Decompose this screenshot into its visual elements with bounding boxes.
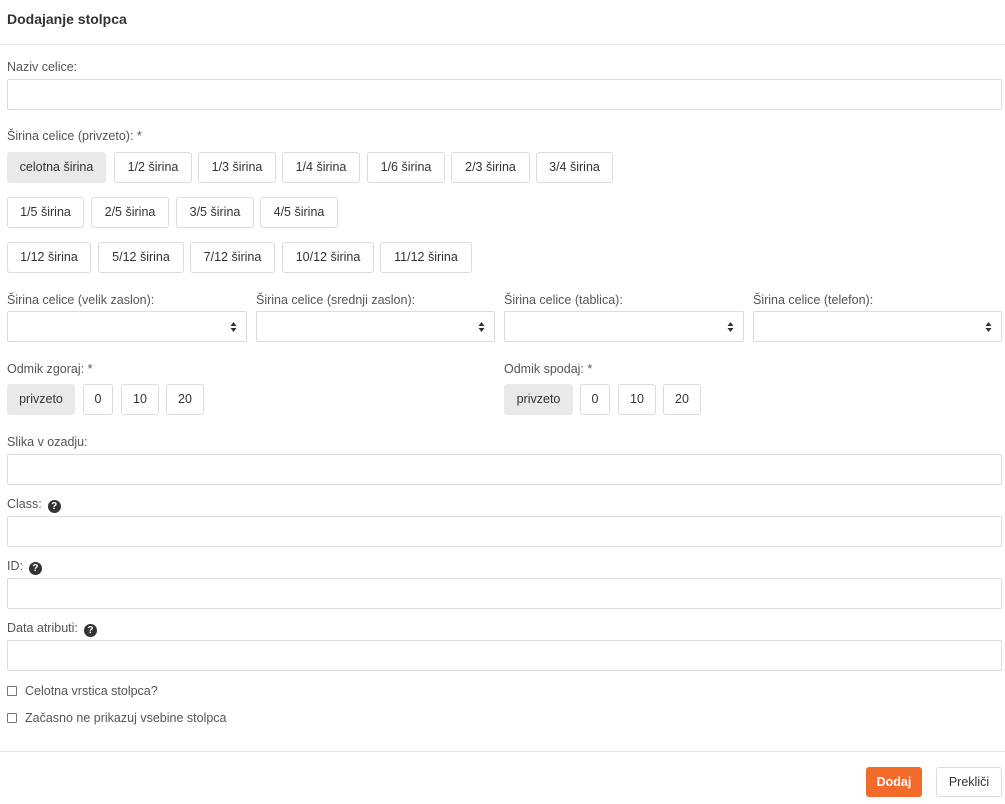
width-option-1-4[interactable]: 1/4 širina	[282, 152, 360, 183]
class-label-text: Class:	[7, 497, 42, 511]
margin-top-option-10[interactable]: 10	[121, 384, 159, 415]
cell-name-label: Naziv celice:	[7, 60, 78, 74]
width-tablet-label: Širina celice (tablica):	[504, 293, 623, 307]
question-circle-icon[interactable]: ?	[28, 562, 42, 575]
hide-content-checkbox[interactable]	[7, 713, 17, 723]
width-option-1-2[interactable]: 1/2 širina	[114, 152, 192, 183]
add-button[interactable]: Dodaj	[866, 767, 922, 797]
class-input[interactable]	[7, 516, 1002, 547]
width-option-7-12[interactable]: 7/12 širina	[190, 242, 275, 273]
hide-content-checkbox-row[interactable]: Začasno ne prikazuj vsebine stolpca	[7, 711, 227, 725]
width-large-select[interactable]	[7, 311, 247, 342]
width-option-1-12[interactable]: 1/12 širina	[7, 242, 91, 273]
cell-name-input[interactable]	[7, 79, 1002, 110]
margin-bottom-option-default[interactable]: privzeto	[504, 384, 573, 415]
margin-top-option-20[interactable]: 20	[166, 384, 204, 415]
id-label: ID:?	[7, 559, 42, 575]
width-large-label: Širina celice (velik zaslon):	[7, 293, 155, 307]
question-circle-icon[interactable]: ?	[47, 500, 61, 513]
width-phone-select[interactable]	[753, 311, 1002, 342]
modal-title: Dodajanje stolpca	[7, 11, 127, 27]
width-medium-select[interactable]	[256, 311, 495, 342]
width-option-1-6[interactable]: 1/6 širina	[367, 152, 445, 183]
sort-arrows-icon	[478, 322, 485, 332]
margin-bottom-option-20[interactable]: 20	[663, 384, 701, 415]
width-option-11-12[interactable]: 11/12 širina	[380, 242, 472, 273]
id-label-text: ID:	[7, 559, 23, 573]
hide-content-checkbox-label[interactable]: Začasno ne prikazuj vsebine stolpca	[25, 711, 227, 725]
width-option-1-3[interactable]: 1/3 širina	[198, 152, 276, 183]
background-image-label: Slika v ozadju:	[7, 435, 88, 449]
background-image-input[interactable]	[7, 454, 1002, 485]
cell-width-label: Širina celice (privzeto): *	[7, 129, 142, 143]
full-row-checkbox-label[interactable]: Celotna vrstica stolpca?	[25, 684, 158, 698]
id-input[interactable]	[7, 578, 1002, 609]
margin-bottom-label: Odmik spodaj: *	[504, 362, 593, 376]
data-attributes-input[interactable]	[7, 640, 1002, 671]
margin-bottom-option-0[interactable]: 0	[580, 384, 610, 415]
width-option-3-4[interactable]: 3/4 širina	[536, 152, 613, 183]
margin-top-option-default[interactable]: privzeto	[7, 384, 75, 415]
full-row-checkbox[interactable]	[7, 686, 17, 696]
margin-bottom-option-10[interactable]: 10	[618, 384, 656, 415]
sort-arrows-icon	[230, 322, 237, 332]
width-option-2-3[interactable]: 2/3 širina	[451, 152, 530, 183]
data-attributes-label-text: Data atributi:	[7, 621, 78, 635]
full-row-checkbox-row[interactable]: Celotna vrstica stolpca?	[7, 684, 158, 698]
width-phone-label: Širina celice (telefon):	[753, 293, 874, 307]
class-label: Class:?	[7, 497, 61, 513]
width-medium-label: Širina celice (srednji zaslon):	[256, 293, 416, 307]
margin-top-option-0[interactable]: 0	[83, 384, 113, 415]
width-option-2-5[interactable]: 2/5 širina	[91, 197, 169, 228]
width-option-full[interactable]: celotna širina	[7, 152, 106, 183]
width-option-3-5[interactable]: 3/5 širina	[176, 197, 254, 228]
width-tablet-select[interactable]	[504, 311, 744, 342]
question-circle-icon[interactable]: ?	[83, 624, 97, 637]
data-attributes-label: Data atributi:?	[7, 621, 97, 637]
modal-header: Dodajanje stolpca	[0, 0, 1005, 45]
cancel-button[interactable]: Prekliči	[936, 767, 1002, 797]
width-option-1-5[interactable]: 1/5 širina	[7, 197, 84, 228]
margin-top-label: Odmik zgoraj: *	[7, 362, 93, 376]
width-option-5-12[interactable]: 5/12 širina	[98, 242, 184, 273]
sort-arrows-icon	[727, 322, 734, 332]
width-option-4-5[interactable]: 4/5 širina	[260, 197, 338, 228]
sort-arrows-icon	[985, 322, 992, 332]
modal-footer-divider	[0, 751, 1005, 752]
width-option-10-12[interactable]: 10/12 širina	[282, 242, 374, 273]
